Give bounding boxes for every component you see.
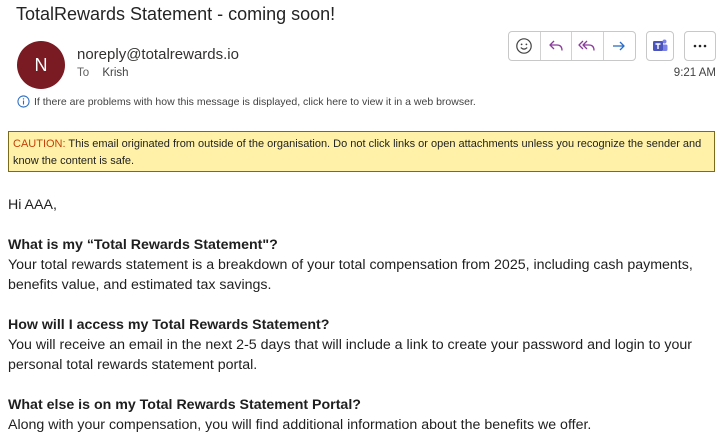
recipient-line: To Krish	[77, 67, 129, 79]
forward-button[interactable]	[604, 32, 635, 60]
more-actions-button[interactable]	[684, 31, 716, 61]
caution-label: CAUTION:	[13, 138, 66, 150]
section-heading: What else is on my Total Rewards Stateme…	[8, 397, 361, 413]
section-text: Your total rewards statement is a breakd…	[8, 257, 693, 293]
display-info-bar[interactable]: If there are problems with how this mess…	[17, 95, 476, 108]
section-text: Along with your compensation, you will f…	[8, 417, 592, 433]
sender-address[interactable]: noreply@totalrewards.io	[77, 46, 239, 63]
to-label: To	[77, 67, 90, 79]
reply-icon	[549, 40, 563, 51]
forward-icon	[613, 41, 625, 51]
info-message: If there are problems with how this mess…	[34, 95, 476, 108]
message-actions	[508, 31, 636, 61]
reaction-button[interactable]	[509, 32, 541, 60]
recipient-name[interactable]: Krish	[102, 67, 128, 79]
reply-button[interactable]	[541, 32, 572, 60]
greeting: Hi AAA,	[8, 197, 57, 213]
email-body: Hi AAA, What is my “Total Rewards Statem…	[8, 195, 720, 447]
section-heading: What is my “Total Rewards Statement"?	[8, 237, 278, 253]
more-icon	[693, 44, 707, 48]
caution-text: This email originated from outside of th…	[13, 138, 702, 167]
section-text: You will receive an email in the next 2-…	[8, 337, 692, 373]
emoji-icon	[516, 38, 533, 54]
avatar-initial: N	[34, 54, 48, 75]
teams-button[interactable]	[646, 31, 674, 61]
teams-icon	[653, 39, 668, 51]
info-icon	[17, 95, 30, 108]
section-heading: How will I access my Total Rewards State…	[8, 317, 330, 333]
email-subject: TotalRewards Statement - coming soon!	[16, 4, 336, 24]
external-caution-banner: CAUTION: This email originated from outs…	[8, 131, 715, 172]
reply-all-button[interactable]	[572, 32, 604, 60]
reply-all-icon	[578, 40, 595, 51]
received-time: 9:21 AM	[673, 67, 716, 79]
avatar[interactable]: N	[17, 41, 65, 89]
